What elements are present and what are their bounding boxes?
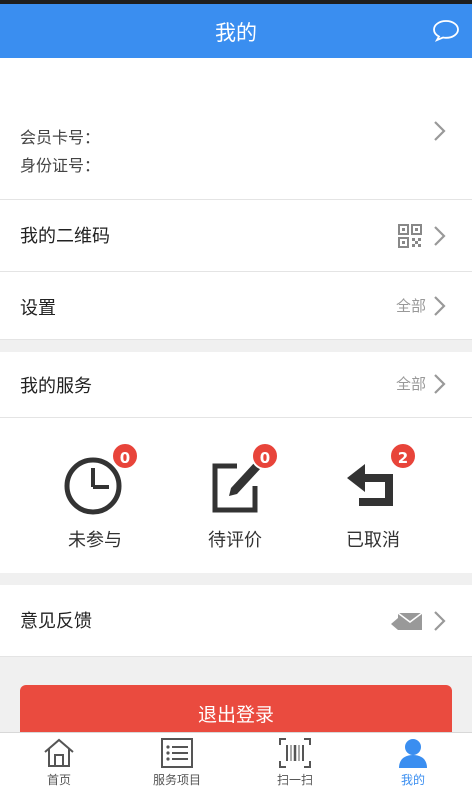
settings-label: 设置 bbox=[20, 298, 56, 319]
tab-home-label: 首页 bbox=[46, 773, 71, 787]
chevron-right-icon bbox=[432, 120, 448, 141]
edit-icon: 0 bbox=[203, 442, 279, 518]
user-icon bbox=[396, 737, 430, 769]
clock-icon: 0 bbox=[63, 442, 139, 518]
bottom-tab-bar: 首页 服务项目 扫一扫 我的 bbox=[0, 732, 472, 792]
tab-scan-label: 扫一扫 bbox=[276, 773, 313, 787]
chevron-right-icon bbox=[432, 610, 448, 631]
list-icon bbox=[160, 737, 194, 769]
tab-services[interactable]: 服务项目 bbox=[118, 733, 236, 792]
my-services-label: 我的服务 bbox=[20, 376, 92, 397]
my-services-row[interactable]: 我的服务 全部 bbox=[0, 352, 472, 418]
settings-row[interactable]: 设置 全部 bbox=[0, 272, 472, 340]
chevron-right-icon bbox=[432, 373, 448, 394]
tab-services-label: 服务项目 bbox=[152, 773, 201, 787]
service-not-joined[interactable]: 0 未参与 bbox=[40, 442, 150, 552]
return-icon: 2 bbox=[341, 442, 417, 518]
barcode-icon bbox=[278, 737, 312, 769]
member-card-label: 会员卡号： bbox=[20, 128, 101, 147]
pending-review-label: 待评价 bbox=[208, 530, 262, 551]
home-icon bbox=[42, 737, 76, 769]
pending-review-badge: 0 bbox=[251, 442, 279, 470]
tab-mine[interactable]: 我的 bbox=[354, 733, 472, 792]
profile-card[interactable]: 会员卡号： 身份证号： bbox=[0, 58, 472, 200]
mail-icon bbox=[390, 611, 424, 633]
settings-all-label: 全部 bbox=[395, 297, 426, 315]
qr-code-label: 我的二维码 bbox=[20, 226, 110, 247]
qr-code-row[interactable]: 我的二维码 bbox=[0, 200, 472, 272]
message-icon[interactable] bbox=[432, 18, 460, 42]
app-header: 我的 bbox=[0, 4, 472, 58]
not-joined-badge: 0 bbox=[111, 442, 139, 470]
services-grid: 0 未参与 0 待评价 2 已取消 bbox=[0, 418, 472, 573]
tab-home[interactable]: 首页 bbox=[0, 733, 118, 792]
tab-mine-label: 我的 bbox=[400, 773, 425, 787]
feedback-row[interactable]: 意见反馈 bbox=[0, 585, 472, 657]
tab-scan[interactable]: 扫一扫 bbox=[236, 733, 354, 792]
not-joined-label: 未参与 bbox=[68, 530, 122, 551]
services-all-label: 全部 bbox=[395, 375, 426, 393]
cancelled-badge: 2 bbox=[389, 442, 417, 470]
service-cancelled[interactable]: 2 已取消 bbox=[318, 442, 428, 552]
chevron-right-icon bbox=[432, 225, 448, 246]
id-card-label: 身份证号： bbox=[20, 156, 101, 175]
page-title: 我的 bbox=[215, 21, 257, 45]
feedback-label: 意见反馈 bbox=[20, 611, 92, 632]
qr-code-icon bbox=[398, 224, 422, 248]
service-pending-review[interactable]: 0 待评价 bbox=[180, 442, 290, 552]
cancelled-label: 已取消 bbox=[346, 530, 400, 551]
chevron-right-icon bbox=[432, 295, 448, 316]
